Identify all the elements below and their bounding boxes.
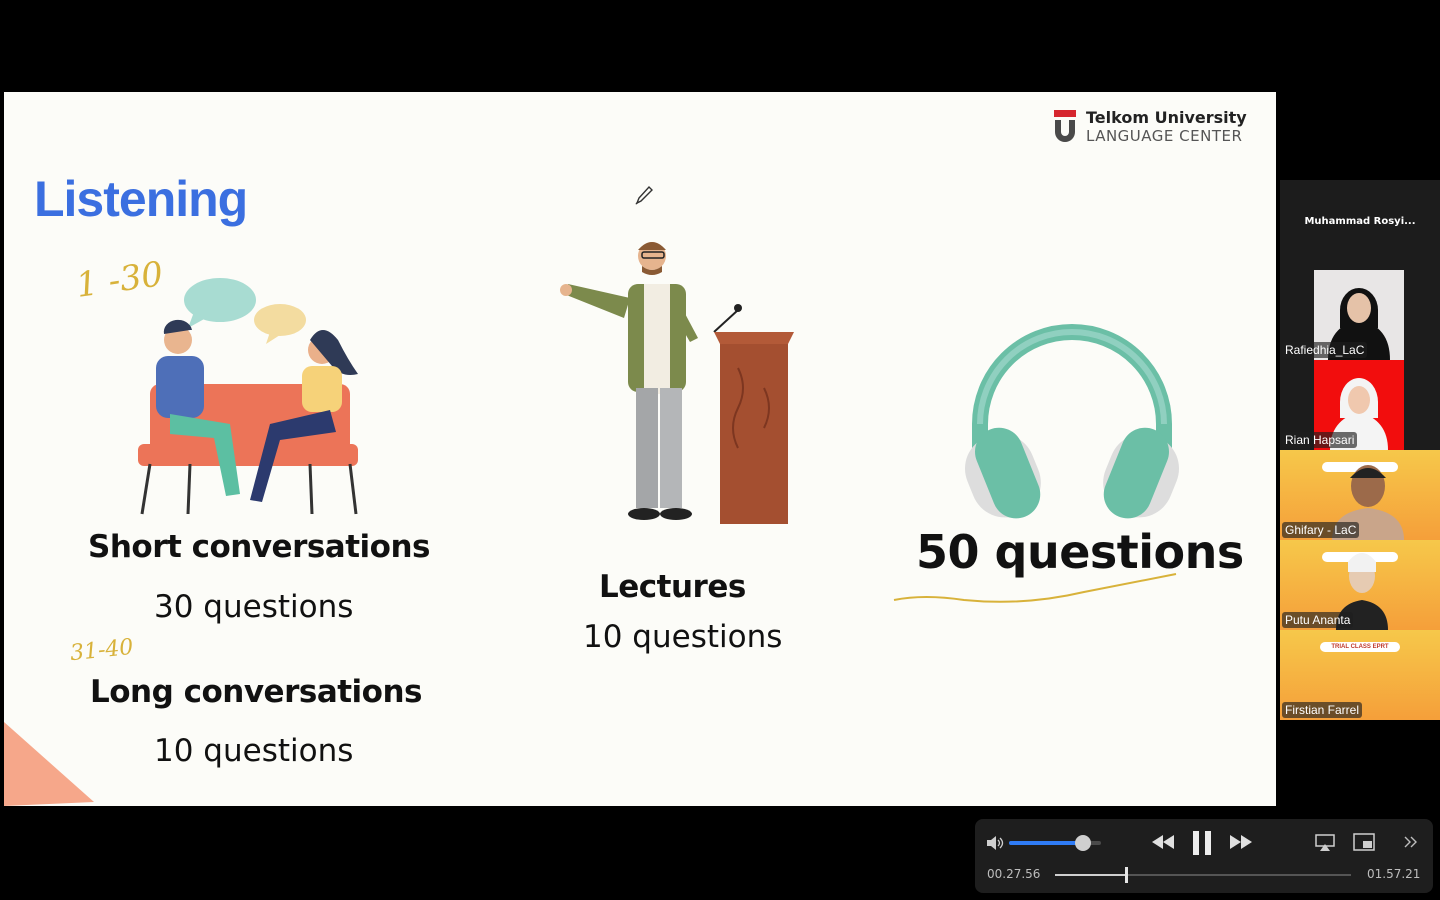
- count-long-conversations: 10 questions: [154, 733, 354, 769]
- more-chevron-icon[interactable]: [1403, 835, 1419, 849]
- host-name[interactable]: Muhammad Rosyi...: [1280, 216, 1440, 227]
- participant-tile[interactable]: Putu Ananta: [1280, 540, 1440, 630]
- participant-tile[interactable]: TRIAL CLASS EPRT Firstian Farrel: [1280, 630, 1440, 720]
- logo-line2: LANGUAGE CENTER: [1086, 127, 1243, 145]
- total-time: 01.57.21: [1367, 867, 1421, 881]
- volume-slider-knob[interactable]: [1074, 835, 1091, 851]
- telkom-logo: Telkom University LANGUAGE CENTER: [1052, 104, 1262, 150]
- airplay-icon[interactable]: [1315, 834, 1335, 852]
- participant-tile[interactable]: Rian Hapsari: [1280, 360, 1440, 450]
- participant-name: Putu Ananta: [1282, 612, 1354, 628]
- progress-bar[interactable]: [1055, 867, 1351, 883]
- annotation-range-2: 31-40: [68, 634, 135, 667]
- count-lectures: 10 questions: [583, 619, 783, 655]
- heading-lectures: Lectures: [599, 569, 746, 605]
- participant-name: Rafiedhia_LaC: [1282, 342, 1368, 358]
- slide-title: Listening: [34, 171, 248, 227]
- corner-triangle-decoration: [4, 722, 94, 806]
- participant-panel: Muhammad Rosyi... Rafiedhia_LaC Rian Hap…: [1280, 180, 1440, 720]
- participant-name: Firstian Farrel: [1282, 702, 1363, 718]
- participant-tile[interactable]: Ghifary - LaC: [1280, 450, 1440, 540]
- conversation-illustration: [138, 278, 358, 515]
- fast-forward-icon[interactable]: [1229, 833, 1253, 851]
- current-time: 00.27.56: [987, 867, 1041, 881]
- volume-icon[interactable]: [986, 835, 1004, 851]
- heading-long-conversations: Long conversations: [90, 674, 423, 710]
- telkom-u-icon: [1054, 110, 1076, 142]
- volume-slider-fill: [1009, 841, 1083, 845]
- headphones-illustration: [965, 324, 1179, 519]
- underline-annotation: [893, 573, 1177, 603]
- count-short-conversations: 30 questions: [154, 589, 354, 625]
- heading-short-conversations: Short conversations: [88, 529, 431, 565]
- event-banner: TRIAL CLASS EPRT: [1320, 642, 1400, 652]
- pause-icon[interactable]: [1191, 829, 1213, 857]
- presentation-slide: Telkom University LANGUAGE CENTER Listen…: [4, 92, 1276, 806]
- participant-name: Ghifary - LaC: [1282, 522, 1360, 538]
- pen-cursor-icon: [635, 185, 653, 205]
- participant-name: Rian Hapsari: [1282, 432, 1358, 448]
- participant-tile[interactable]: Rafiedhia_LaC: [1280, 270, 1440, 360]
- picture-in-picture-icon[interactable]: [1353, 833, 1375, 851]
- progress-bar-fill: [1055, 874, 1127, 876]
- volume-slider[interactable]: [1009, 835, 1101, 851]
- progress-scrubber[interactable]: [1125, 867, 1129, 883]
- rewind-icon[interactable]: [1151, 833, 1175, 851]
- logo-line1: Telkom University: [1086, 108, 1247, 127]
- media-player-controls: 00.27.56 01.57.21: [975, 819, 1433, 893]
- lecturer-illustration: [560, 242, 794, 524]
